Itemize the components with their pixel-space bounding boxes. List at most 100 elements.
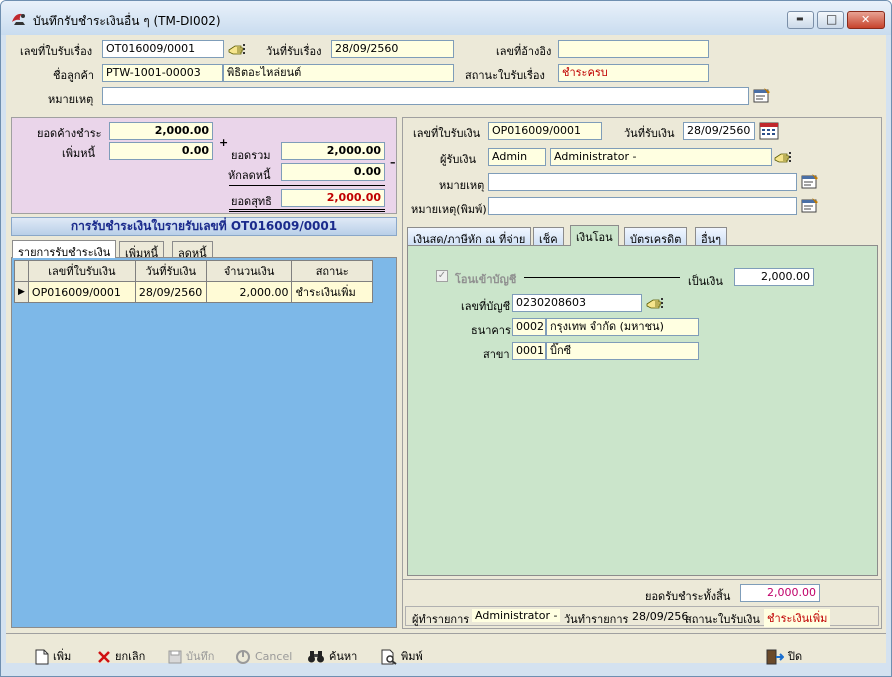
exit-door-icon [766, 649, 784, 665]
note-icon[interactable] [801, 174, 819, 190]
customer-label: ชื่อลูกค้า [53, 69, 95, 82]
window-title: บันทึกรับชำระเงินอื่น ๆ (TM-DI002) [33, 14, 221, 28]
bank-label: ธนาคาร [471, 324, 511, 337]
receipt-status-value: ชำระเงินเพิ่ม [764, 609, 831, 627]
total-label: ยอดรวม [231, 149, 271, 162]
customer-name-field[interactable]: พิธิตอะไหล่ยนต์ [223, 64, 454, 82]
decrease-field: 0.00 [281, 163, 385, 181]
close-window-button[interactable]: ✕ [847, 11, 885, 29]
account-no-field[interactable]: 0230208603 [512, 294, 642, 312]
binoculars-icon [308, 651, 324, 663]
ref-no-field[interactable] [558, 40, 709, 58]
bank-name-field[interactable]: กรุงเทพ จำกัด (มหาชน) [546, 318, 699, 336]
minimize-icon: ▬ [796, 14, 804, 23]
status-field: ชำระครบ [558, 64, 709, 82]
total-received-label: ยอดรับชำระทั้งสิ้น [645, 590, 731, 603]
grid-header-row: เลขที่ใบรับเงิน วันที่รับเงิน จำนวนเงิน … [14, 260, 373, 282]
close-icon: ✕ [861, 13, 871, 26]
remark-label: หมายเหตุ [48, 93, 94, 106]
tab-payment-list[interactable]: รายการรับชำระเงิน [12, 240, 117, 259]
cell-receipt-no[interactable]: OP016009/0001 [27, 281, 136, 303]
minus-sign: – [390, 156, 396, 169]
cell-status[interactable]: ชำระเงินเพิ่ม [291, 281, 373, 303]
row-selector-header [14, 260, 29, 282]
remark-field[interactable] [102, 87, 749, 105]
table-row[interactable]: ▶ OP016009/0001 28/09/2560 2,000.00 ชำระ… [14, 281, 373, 303]
add-button[interactable]: เพิ่ม [35, 645, 71, 669]
col-receipt-date[interactable]: วันที่รับเงิน [134, 260, 207, 282]
calendar-icon[interactable] [759, 122, 779, 140]
receiver-name-field[interactable]: Administrator - [550, 148, 772, 166]
increase-field: 0.00 [109, 142, 213, 160]
receiver-code-field[interactable]: Admin [488, 148, 546, 166]
receive-date-field[interactable]: 28/09/2560 [331, 40, 454, 58]
receipt-status-label: สถานะใบรับเงิน [685, 613, 760, 626]
net-underline [229, 209, 385, 212]
new-doc-icon [35, 649, 49, 665]
close-button[interactable]: ปิด [766, 645, 802, 669]
receipt-remark-print-field[interactable] [488, 197, 797, 215]
doc-no-label: เลขที่ใบรับเรื่อง [20, 45, 93, 58]
tab-cheque[interactable]: เช็ค [533, 227, 564, 246]
cancel-th-button-label: ยกเลิก [115, 650, 146, 663]
cell-receipt-date[interactable]: 28/09/2560 [134, 281, 207, 303]
tab-others[interactable]: อื่นๆ [695, 227, 728, 246]
branch-code-field[interactable]: 0001 [512, 342, 546, 360]
doc-no-field[interactable]: OT016009/0001 [102, 40, 224, 58]
col-amount[interactable]: จำนวนเงิน [205, 260, 293, 282]
receipt-remark-field[interactable] [488, 173, 797, 191]
receipt-no-field[interactable]: OP016009/0001 [488, 122, 602, 140]
col-receipt-no[interactable]: เลขที่ใบรับเงิน [27, 260, 136, 282]
toolbar-divider [6, 633, 886, 634]
branch-name-field[interactable]: บิ๊กซี [546, 342, 699, 360]
transfer-amount-field[interactable]: 2,000.00 [734, 268, 814, 286]
tab-transfer[interactable]: เงินโอน [570, 225, 619, 246]
lookup-icon[interactable] [774, 150, 792, 166]
bank-code-field[interactable]: 0002 [512, 318, 546, 336]
outstanding-label: ยอดค้างชำระ [37, 127, 102, 140]
print-preview-icon [381, 649, 397, 665]
save-button-label: บันทึก [186, 650, 215, 663]
print-button-label: พิมพ์ [401, 650, 423, 663]
payment-list-title: การรับชำระเงินใบรายรับเลขที่ OT016009/00… [11, 217, 397, 236]
transfer-tab-panel: ✓ โอนเข้าบัญชี เป็นเงิน 2,000.00 เลขที่บ… [407, 245, 878, 576]
branch-label: สาขา [483, 348, 510, 361]
maximize-button[interactable]: □ [817, 11, 844, 29]
lookup-icon[interactable] [646, 296, 664, 312]
cross-icon [98, 651, 110, 663]
net-field: 2,000.00 [281, 189, 385, 207]
audit-footer: ผู้ทำรายการ Administrator - วันทำรายการ … [405, 606, 879, 627]
main-window: บันทึกรับชำระเงินอื่น ๆ (TM-DI002) ▬ □ ✕… [0, 0, 892, 677]
payment-grid-area: เลขที่ใบรับเงิน วันที่รับเงิน จำนวนเงิน … [11, 257, 397, 628]
minimize-button[interactable]: ▬ [787, 11, 814, 29]
col-status[interactable]: สถานะ [291, 260, 373, 282]
maker-value: Administrator - [472, 609, 561, 622]
save-icon [168, 650, 182, 664]
cancel-th-button[interactable]: ยกเลิก [97, 645, 145, 669]
make-date-label: วันทำรายการ [564, 613, 629, 626]
title-bar: บันทึกรับชำระเงินอื่น ๆ (TM-DI002) ▬ □ ✕ [1, 1, 891, 35]
maximize-icon: □ [826, 12, 838, 26]
form-client-area: เลขที่ใบรับเรื่อง OT016009/0001 วันที่รั… [6, 35, 886, 663]
net-label: ยอดสุทธิ [231, 195, 272, 208]
tab-cash-wht[interactable]: เงินสด/ภาษีหัก ณ ที่จ่าย [407, 227, 532, 246]
note-icon[interactable] [753, 88, 771, 104]
customer-code-field[interactable]: PTW-1001-00003 [102, 64, 223, 82]
receipt-date-field[interactable]: 28/09/2560 [683, 122, 755, 140]
transfer-amount-label: เป็นเงิน [688, 275, 723, 288]
undo-icon [236, 650, 250, 664]
increase-label: เพิ่มหนี้ [62, 147, 96, 160]
status-label: สถานะใบรับเรื่อง [465, 69, 545, 82]
cancel-button[interactable]: Cancel [235, 645, 292, 669]
tab-credit-card[interactable]: บัตรเครดิต [624, 227, 688, 246]
search-button-label: ค้นหา [329, 650, 358, 663]
lookup-icon[interactable] [228, 42, 246, 58]
note-icon[interactable] [801, 198, 819, 214]
plus-sign: + [219, 136, 229, 149]
row-indicator-icon: ▶ [14, 281, 29, 303]
save-button[interactable]: บันทึก [168, 645, 214, 669]
cell-amount[interactable]: 2,000.00 [205, 281, 293, 303]
search-button[interactable]: ค้นหา [307, 645, 357, 669]
print-button[interactable]: พิมพ์ [381, 645, 423, 669]
transfer-checkbox[interactable]: ✓ [436, 270, 448, 282]
